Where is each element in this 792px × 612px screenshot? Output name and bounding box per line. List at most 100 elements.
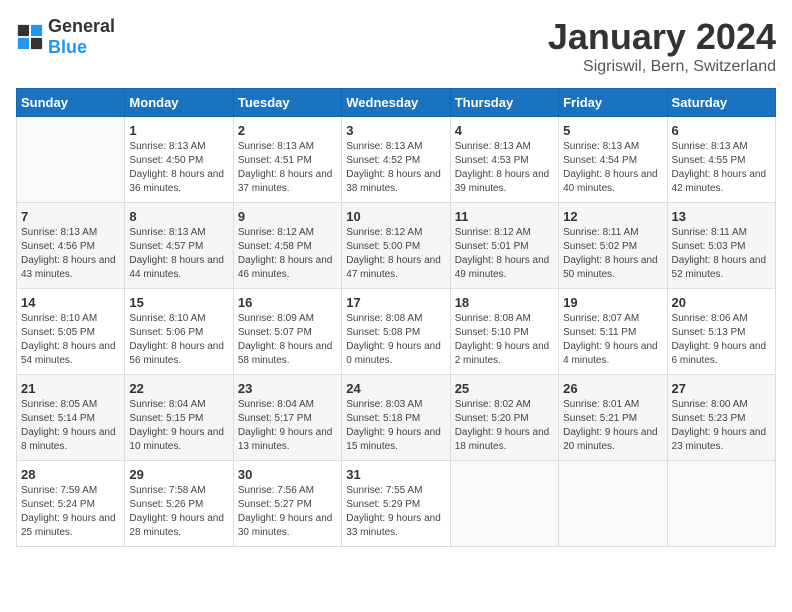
calendar-cell xyxy=(450,461,558,547)
day-number: 4 xyxy=(455,123,554,138)
day-number: 13 xyxy=(672,209,771,224)
calendar-cell: 23 Sunrise: 8:04 AMSunset: 5:17 PMDayligh… xyxy=(233,375,341,461)
day-number: 10 xyxy=(346,209,445,224)
logo: General Blue xyxy=(16,16,115,58)
day-number: 19 xyxy=(563,295,662,310)
header-day-wednesday: Wednesday xyxy=(342,89,450,117)
day-info: Sunrise: 8:11 AMSunset: 5:02 PMDaylight:… xyxy=(563,226,662,282)
day-number: 23 xyxy=(238,381,337,396)
day-number: 7 xyxy=(21,209,120,224)
calendar-cell: 31 Sunrise: 7:55 AMSunset: 5:29 PMDayligh… xyxy=(342,461,450,547)
title-area: January 2024 Sigriswil, Bern, Switzerlan… xyxy=(548,16,776,76)
location-title: Sigriswil, Bern, Switzerland xyxy=(548,58,776,76)
day-info: Sunrise: 8:11 AMSunset: 5:03 PMDaylight:… xyxy=(672,226,771,282)
day-number: 28 xyxy=(21,467,120,482)
calendar-cell: 1 Sunrise: 8:13 AMSunset: 4:50 PMDaylight… xyxy=(125,117,233,203)
header-day-saturday: Saturday xyxy=(667,89,775,117)
day-number: 5 xyxy=(563,123,662,138)
day-info: Sunrise: 8:13 AMSunset: 4:50 PMDaylight:… xyxy=(129,140,228,196)
logo-blue: Blue xyxy=(48,37,87,57)
calendar-cell: 14Sunrise: 8:10 AMSunset: 5:05 PMDayligh… xyxy=(17,289,125,375)
day-number: 12 xyxy=(563,209,662,224)
day-number: 26 xyxy=(563,381,662,396)
calendar-cell: 26 Sunrise: 8:01 AMSunset: 5:21 PMDayligh… xyxy=(559,375,667,461)
day-info: Sunrise: 8:05 AMSunset: 5:14 PMDaylight:… xyxy=(21,398,120,454)
calendar-cell: 20 Sunrise: 8:06 AMSunset: 5:13 PMDayligh… xyxy=(667,289,775,375)
header-day-friday: Friday xyxy=(559,89,667,117)
logo-icon xyxy=(16,23,44,51)
day-number: 15 xyxy=(129,295,228,310)
day-number: 20 xyxy=(672,295,771,310)
day-number: 27 xyxy=(672,381,771,396)
logo-general: General xyxy=(48,16,115,36)
day-info: Sunrise: 7:58 AMSunset: 5:26 PMDaylight:… xyxy=(129,484,228,540)
day-info: Sunrise: 8:03 AMSunset: 5:18 PMDaylight:… xyxy=(346,398,445,454)
day-info: Sunrise: 8:13 AMSunset: 4:57 PMDaylight:… xyxy=(129,226,228,282)
calendar-table: SundayMondayTuesdayWednesdayThursdayFrid… xyxy=(16,88,776,547)
day-number: 14 xyxy=(21,295,120,310)
calendar-cell: 21Sunrise: 8:05 AMSunset: 5:14 PMDayligh… xyxy=(17,375,125,461)
day-number: 1 xyxy=(129,123,228,138)
day-info: Sunrise: 7:56 AMSunset: 5:27 PMDaylight:… xyxy=(238,484,337,540)
header-day-sunday: Sunday xyxy=(17,89,125,117)
day-info: Sunrise: 8:04 AMSunset: 5:17 PMDaylight:… xyxy=(238,398,337,454)
day-info: Sunrise: 8:04 AMSunset: 5:15 PMDaylight:… xyxy=(129,398,228,454)
week-row-5: 28Sunrise: 7:59 AMSunset: 5:24 PMDayligh… xyxy=(17,461,776,547)
calendar-cell: 24 Sunrise: 8:03 AMSunset: 5:18 PMDayligh… xyxy=(342,375,450,461)
day-info: Sunrise: 8:13 AMSunset: 4:51 PMDaylight:… xyxy=(238,140,337,196)
calendar-cell: 19 Sunrise: 8:07 AMSunset: 5:11 PMDayligh… xyxy=(559,289,667,375)
calendar-cell: 2 Sunrise: 8:13 AMSunset: 4:51 PMDaylight… xyxy=(233,117,341,203)
calendar-cell xyxy=(667,461,775,547)
day-info: Sunrise: 8:13 AMSunset: 4:52 PMDaylight:… xyxy=(346,140,445,196)
day-info: Sunrise: 8:10 AMSunset: 5:06 PMDaylight:… xyxy=(129,312,228,368)
day-info: Sunrise: 8:13 AMSunset: 4:53 PMDaylight:… xyxy=(455,140,554,196)
day-info: Sunrise: 8:00 AMSunset: 5:23 PMDaylight:… xyxy=(672,398,771,454)
day-number: 11 xyxy=(455,209,554,224)
day-number: 8 xyxy=(129,209,228,224)
day-number: 3 xyxy=(346,123,445,138)
calendar-cell: 5Sunrise: 8:13 AMSunset: 4:54 PMDaylight… xyxy=(559,117,667,203)
calendar-cell: 16Sunrise: 8:09 AMSunset: 5:07 PMDayligh… xyxy=(233,289,341,375)
calendar-cell: 4 Sunrise: 8:13 AMSunset: 4:53 PMDaylight… xyxy=(450,117,558,203)
calendar-cell: 9Sunrise: 8:12 AMSunset: 4:58 PMDaylight… xyxy=(233,203,341,289)
calendar-cell xyxy=(559,461,667,547)
day-number: 16 xyxy=(238,295,337,310)
day-number: 25 xyxy=(455,381,554,396)
day-info: Sunrise: 8:13 AMSunset: 4:56 PMDaylight:… xyxy=(21,226,120,282)
day-info: Sunrise: 8:06 AMSunset: 5:13 PMDaylight:… xyxy=(672,312,771,368)
day-info: Sunrise: 8:13 AMSunset: 4:55 PMDaylight:… xyxy=(672,140,771,196)
calendar-cell: 11 Sunrise: 8:12 AMSunset: 5:01 PMDayligh… xyxy=(450,203,558,289)
week-row-4: 21Sunrise: 8:05 AMSunset: 5:14 PMDayligh… xyxy=(17,375,776,461)
day-number: 2 xyxy=(238,123,337,138)
day-info: Sunrise: 8:01 AMSunset: 5:21 PMDaylight:… xyxy=(563,398,662,454)
day-number: 29 xyxy=(129,467,228,482)
day-info: Sunrise: 7:55 AMSunset: 5:29 PMDaylight:… xyxy=(346,484,445,540)
calendar-cell: 8 Sunrise: 8:13 AMSunset: 4:57 PMDaylight… xyxy=(125,203,233,289)
day-number: 24 xyxy=(346,381,445,396)
day-info: Sunrise: 8:12 AMSunset: 5:01 PMDaylight:… xyxy=(455,226,554,282)
calendar-cell: 28Sunrise: 7:59 AMSunset: 5:24 PMDayligh… xyxy=(17,461,125,547)
header-day-thursday: Thursday xyxy=(450,89,558,117)
day-number: 30 xyxy=(238,467,337,482)
calendar-cell xyxy=(17,117,125,203)
calendar-cell: 6 Sunrise: 8:13 AMSunset: 4:55 PMDaylight… xyxy=(667,117,775,203)
calendar-cell: 27 Sunrise: 8:00 AMSunset: 5:23 PMDayligh… xyxy=(667,375,775,461)
week-row-2: 7 Sunrise: 8:13 AMSunset: 4:56 PMDaylight… xyxy=(17,203,776,289)
header-day-monday: Monday xyxy=(125,89,233,117)
calendar-cell: 15 Sunrise: 8:10 AMSunset: 5:06 PMDayligh… xyxy=(125,289,233,375)
day-number: 18 xyxy=(455,295,554,310)
calendar-cell: 30 Sunrise: 7:56 AMSunset: 5:27 PMDayligh… xyxy=(233,461,341,547)
day-info: Sunrise: 8:12 AMSunset: 4:58 PMDaylight:… xyxy=(238,226,337,282)
calendar-cell: 12 Sunrise: 8:11 AMSunset: 5:02 PMDayligh… xyxy=(559,203,667,289)
calendar-cell: 3 Sunrise: 8:13 AMSunset: 4:52 PMDaylight… xyxy=(342,117,450,203)
week-row-1: 1 Sunrise: 8:13 AMSunset: 4:50 PMDaylight… xyxy=(17,117,776,203)
day-number: 31 xyxy=(346,467,445,482)
day-info: Sunrise: 8:07 AMSunset: 5:11 PMDaylight:… xyxy=(563,312,662,368)
header: General Blue January 2024 Sigriswil, Ber… xyxy=(16,16,776,76)
calendar-cell: 22Sunrise: 8:04 AMSunset: 5:15 PMDayligh… xyxy=(125,375,233,461)
day-info: Sunrise: 8:02 AMSunset: 5:20 PMDaylight:… xyxy=(455,398,554,454)
day-number: 6 xyxy=(672,123,771,138)
calendar-cell: 25 Sunrise: 8:02 AMSunset: 5:20 PMDayligh… xyxy=(450,375,558,461)
header-row: SundayMondayTuesdayWednesdayThursdayFrid… xyxy=(17,89,776,117)
month-title: January 2024 xyxy=(548,16,776,58)
